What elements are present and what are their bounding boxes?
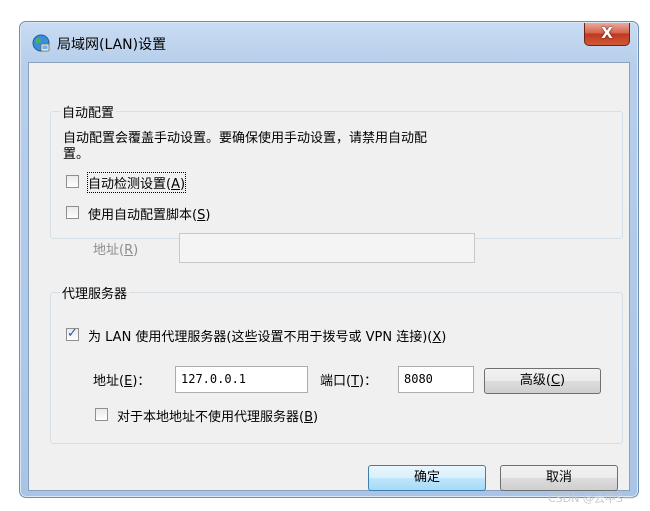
script-address-label: 地址(R) <box>93 243 139 258</box>
port-key: T <box>351 374 360 389</box>
use-proxy-text: 为 LAN 使用代理服务器(这些设置不用于拨号或 VPN 连接) <box>88 330 428 345</box>
window-title: 局域网(LAN)设置 <box>57 37 167 53</box>
use-script-key: S <box>197 208 206 223</box>
bypass-local-key: B <box>304 410 314 425</box>
bypass-local-text: 对于本地地址不使用代理服务器 <box>117 410 300 425</box>
auto-config-description-cont: 置。 <box>63 147 90 162</box>
globe-network-icon <box>32 34 50 52</box>
proxy-address-input[interactable]: 127.0.0.1 <box>175 366 308 393</box>
proxy-address-text: 地址 <box>93 374 120 389</box>
proxy-address-key: E <box>124 374 133 389</box>
port-label: 端口(T)： <box>320 374 378 389</box>
close-icon: X <box>601 24 613 42</box>
bypass-local-checkbox[interactable] <box>95 408 108 421</box>
script-address-text: 地址 <box>93 243 120 258</box>
ok-button[interactable]: 确定 <box>368 465 486 491</box>
auto-detect-text: 自动检测设置 <box>88 177 167 192</box>
lan-settings-dialog: 局域网(LAN)设置 X 自动配置 自动配置会覆盖手动设置。要确保使用手动设置，… <box>19 21 639 498</box>
close-button[interactable]: X <box>584 23 630 46</box>
use-script-text: 使用自动配置脚本 <box>88 208 193 223</box>
use-script-label[interactable]: 使用自动配置脚本(S) <box>88 204 210 223</box>
cancel-button[interactable]: 取消 <box>500 465 618 491</box>
auto-config-description: 自动配置会覆盖手动设置。要确保使用手动设置，请禁用自动配 <box>63 131 428 146</box>
port-input[interactable]: 8080 <box>398 366 474 393</box>
advanced-key: C <box>550 373 561 388</box>
script-address-input[interactable] <box>179 233 475 263</box>
port-text: 端口 <box>320 374 347 389</box>
advanced-button[interactable]: 高级(C) <box>484 368 601 394</box>
proxy-address-label: 地址(E)： <box>93 374 151 389</box>
dialog-client-area: 自动配置 自动配置会覆盖手动设置。要确保使用手动设置，请禁用自动配 置。 自动检… <box>28 62 630 491</box>
advanced-text: 高级 <box>519 373 546 388</box>
proxy-legend: 代理服务器 <box>60 283 130 302</box>
title-bar[interactable]: 局域网(LAN)设置 X <box>20 22 638 62</box>
use-proxy-key: X <box>432 330 442 345</box>
bypass-local-label[interactable]: 对于本地地址不使用代理服务器(B) <box>117 406 318 425</box>
use-proxy-label[interactable]: 为 LAN 使用代理服务器(这些设置不用于拨号或 VPN 连接)(X) <box>88 326 446 345</box>
use-proxy-checkbox[interactable] <box>66 326 79 341</box>
auto-detect-checkbox[interactable] <box>66 175 79 188</box>
script-address-key: R <box>124 243 134 258</box>
auto-detect-label[interactable]: 自动检测设置(A) <box>86 172 187 193</box>
auto-config-legend: 自动配置 <box>60 102 117 121</box>
auto-detect-key: A <box>171 177 180 192</box>
watermark: CSDN @云中S一 <box>548 492 634 505</box>
use-script-checkbox[interactable] <box>66 206 79 219</box>
